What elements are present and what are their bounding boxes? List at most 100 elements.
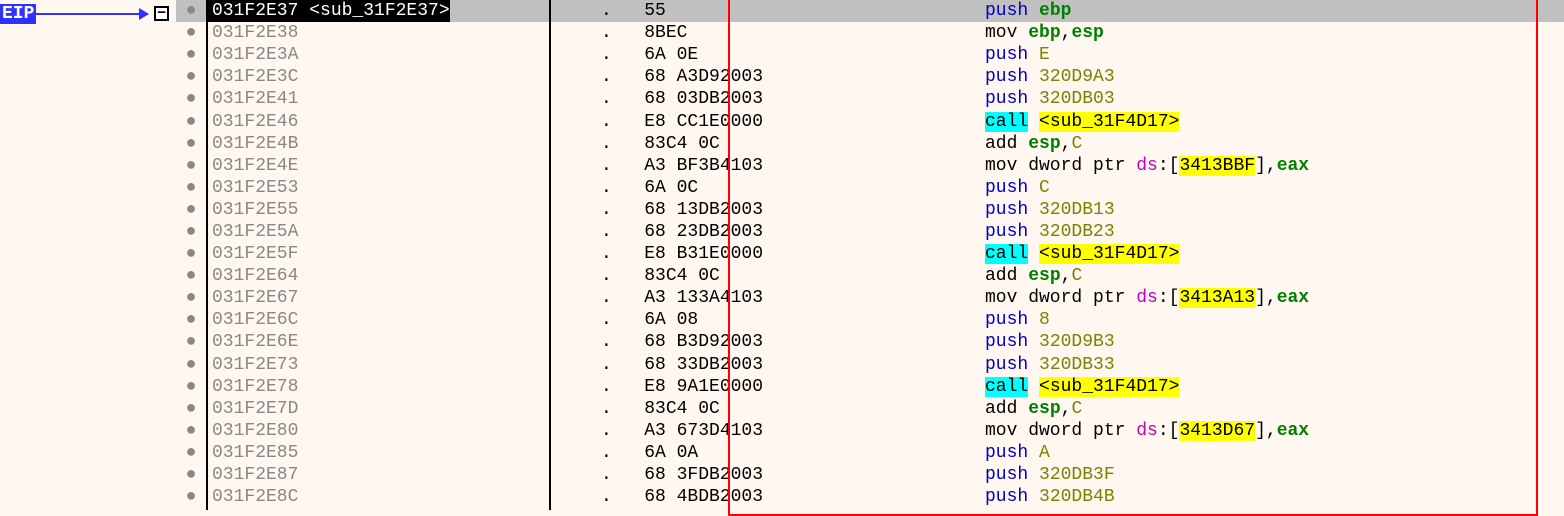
breakpoint-dot-icon[interactable]: ● bbox=[176, 22, 206, 44]
address-row[interactable]: 031F2E46 bbox=[208, 110, 549, 132]
disasm-row[interactable]: push 320DB03 bbox=[981, 88, 1564, 110]
address-column[interactable]: 031F2E37 <sub_31F2E37>031F2E38031F2E3A03… bbox=[206, 0, 551, 510]
bytes-row[interactable]: . 68 33DB2003 bbox=[561, 354, 981, 376]
breakpoint-slot[interactable]: ● bbox=[176, 199, 206, 221]
breakpoint-slot[interactable]: ● bbox=[176, 464, 206, 486]
bytes-row[interactable]: . 68 23DB2003 bbox=[561, 221, 981, 243]
breakpoint-slot[interactable]: ● bbox=[176, 22, 206, 44]
address-row[interactable]: 031F2E5A bbox=[208, 221, 549, 243]
bytes-row[interactable]: . 83C4 0C bbox=[561, 133, 981, 155]
breakpoint-dot-icon[interactable]: ● bbox=[176, 354, 206, 376]
bytes-row[interactable]: . 83C4 0C bbox=[561, 265, 981, 287]
disasm-row[interactable]: push 320DB4B bbox=[981, 486, 1564, 508]
breakpoint-slot[interactable]: ● bbox=[176, 177, 206, 199]
disasm-row[interactable]: call <sub_31F4D17> bbox=[981, 243, 1564, 265]
breakpoint-dot-icon[interactable]: ● bbox=[176, 133, 206, 155]
disasm-row[interactable]: mov dword ptr ds:[3413D67],eax bbox=[981, 420, 1564, 442]
breakpoint-column[interactable]: ●●●●●●●●●●●●●●●●●●●●●●● bbox=[176, 0, 206, 510]
bytes-row[interactable]: . E8 CC1E0000 bbox=[561, 110, 981, 132]
disasm-row[interactable]: add esp,C bbox=[981, 133, 1564, 155]
breakpoint-dot-icon[interactable]: ● bbox=[176, 199, 206, 221]
address-row[interactable]: 031F2E3C bbox=[208, 66, 549, 88]
breakpoint-slot[interactable]: ● bbox=[176, 376, 206, 398]
disasm-row[interactable]: push 320D9B3 bbox=[981, 331, 1564, 353]
breakpoint-dot-icon[interactable]: ● bbox=[176, 66, 206, 88]
address-row[interactable]: 031F2E80 bbox=[208, 420, 549, 442]
disasm-row[interactable]: mov dword ptr ds:[3413BBF],eax bbox=[981, 155, 1564, 177]
breakpoint-dot-icon[interactable]: ● bbox=[176, 398, 206, 420]
breakpoint-dot-icon[interactable]: ● bbox=[176, 420, 206, 442]
breakpoint-dot-icon[interactable]: ● bbox=[176, 464, 206, 486]
bytes-row[interactable]: . 68 13DB2003 bbox=[561, 199, 981, 221]
bytes-row[interactable]: . 55 bbox=[561, 0, 981, 22]
bytes-column[interactable]: . 55. 8BEC. 6A 0E. 68 A3D92003. 68 03DB2… bbox=[561, 0, 981, 510]
breakpoint-slot[interactable]: ● bbox=[176, 155, 206, 177]
disasm-row[interactable]: mov dword ptr ds:[3413A13],eax bbox=[981, 287, 1564, 309]
breakpoint-dot-icon[interactable]: ● bbox=[176, 331, 206, 353]
bytes-row[interactable]: . E8 B31E0000 bbox=[561, 243, 981, 265]
disasm-row[interactable]: call <sub_31F4D17> bbox=[981, 110, 1564, 132]
breakpoint-dot-icon[interactable]: ● bbox=[176, 88, 206, 110]
disassembly-column[interactable]: push ebpmov ebp,esppush Epush 320D9A3pus… bbox=[981, 0, 1564, 510]
disasm-row[interactable]: push A bbox=[981, 442, 1564, 464]
breakpoint-dot-icon[interactable]: ● bbox=[176, 265, 206, 287]
breakpoint-slot[interactable]: ● bbox=[176, 354, 206, 376]
address-row[interactable]: 031F2E85 bbox=[208, 442, 549, 464]
disasm-row[interactable]: push ebp bbox=[981, 0, 1564, 22]
address-row[interactable]: 031F2E6E bbox=[208, 331, 549, 353]
bytes-row[interactable]: . 83C4 0C bbox=[561, 398, 981, 420]
disasm-row[interactable]: push 320DB13 bbox=[981, 199, 1564, 221]
bytes-row[interactable]: . 68 03DB2003 bbox=[561, 88, 981, 110]
disasm-row[interactable]: push 320DB33 bbox=[981, 354, 1564, 376]
address-row[interactable]: 031F2E38 bbox=[208, 22, 549, 44]
disasm-row[interactable]: push 320D9A3 bbox=[981, 66, 1564, 88]
disasm-row[interactable]: add esp,C bbox=[981, 398, 1564, 420]
bytes-row[interactable]: . 68 B3D92003 bbox=[561, 331, 981, 353]
breakpoint-slot[interactable]: ● bbox=[176, 442, 206, 464]
disasm-row[interactable]: call <sub_31F4D17> bbox=[981, 376, 1564, 398]
bytes-row[interactable]: . A3 BF3B4103 bbox=[561, 155, 981, 177]
address-row[interactable]: 031F2E3A bbox=[208, 44, 549, 66]
bytes-row[interactable]: . 6A 08 bbox=[561, 309, 981, 331]
breakpoint-dot-icon[interactable]: ● bbox=[176, 309, 206, 331]
disasm-row[interactable]: push 320DB23 bbox=[981, 221, 1564, 243]
breakpoint-dot-icon[interactable]: ● bbox=[176, 442, 206, 464]
fold-toggle[interactable]: − bbox=[154, 6, 169, 21]
bytes-row[interactable]: . 68 4BDB2003 bbox=[561, 486, 981, 508]
bytes-row[interactable]: . E8 9A1E0000 bbox=[561, 376, 981, 398]
breakpoint-dot-icon[interactable]: ● bbox=[176, 486, 206, 508]
breakpoint-slot[interactable]: ● bbox=[176, 44, 206, 66]
breakpoint-dot-icon[interactable]: ● bbox=[176, 177, 206, 199]
breakpoint-dot-icon[interactable]: ● bbox=[176, 221, 206, 243]
address-row[interactable]: 031F2E8C bbox=[208, 486, 549, 508]
address-row[interactable]: 031F2E78 bbox=[208, 376, 549, 398]
address-row[interactable]: 031F2E37 <sub_31F2E37> bbox=[208, 0, 549, 22]
breakpoint-dot-icon[interactable]: ● bbox=[176, 376, 206, 398]
bytes-row[interactable]: . 68 A3D92003 bbox=[561, 66, 981, 88]
breakpoint-dot-icon[interactable]: ● bbox=[176, 243, 206, 265]
breakpoint-slot[interactable]: ● bbox=[176, 221, 206, 243]
bytes-row[interactable]: . A3 673D4103 bbox=[561, 420, 981, 442]
address-row[interactable]: 031F2E6C bbox=[208, 309, 549, 331]
bytes-row[interactable]: . 8BEC bbox=[561, 22, 981, 44]
breakpoint-slot[interactable]: ● bbox=[176, 398, 206, 420]
bytes-row[interactable]: . 6A 0C bbox=[561, 177, 981, 199]
breakpoint-dot-icon[interactable]: ● bbox=[176, 111, 206, 133]
breakpoint-slot[interactable]: ● bbox=[176, 88, 206, 110]
breakpoint-slot[interactable]: ● bbox=[176, 420, 206, 442]
breakpoint-dot-icon[interactable]: ● bbox=[176, 0, 206, 22]
address-row[interactable]: 031F2E87 bbox=[208, 464, 549, 486]
address-row[interactable]: 031F2E7D bbox=[208, 398, 549, 420]
address-row[interactable]: 031F2E64 bbox=[208, 265, 549, 287]
breakpoint-slot[interactable]: ● bbox=[176, 0, 206, 22]
breakpoint-slot[interactable]: ● bbox=[176, 66, 206, 88]
breakpoint-dot-icon[interactable]: ● bbox=[176, 287, 206, 309]
address-row[interactable]: 031F2E41 bbox=[208, 88, 549, 110]
breakpoint-slot[interactable]: ● bbox=[176, 486, 206, 508]
disassembly-view[interactable]: EIP − ●●●●●●●●●●●●●●●●●●●●●●● 031F2E37 <… bbox=[0, 0, 1564, 510]
disasm-row[interactable]: mov ebp,esp bbox=[981, 22, 1564, 44]
address-row[interactable]: 031F2E55 bbox=[208, 199, 549, 221]
address-row[interactable]: 031F2E53 bbox=[208, 177, 549, 199]
breakpoint-slot[interactable]: ● bbox=[176, 243, 206, 265]
breakpoint-dot-icon[interactable]: ● bbox=[176, 155, 206, 177]
